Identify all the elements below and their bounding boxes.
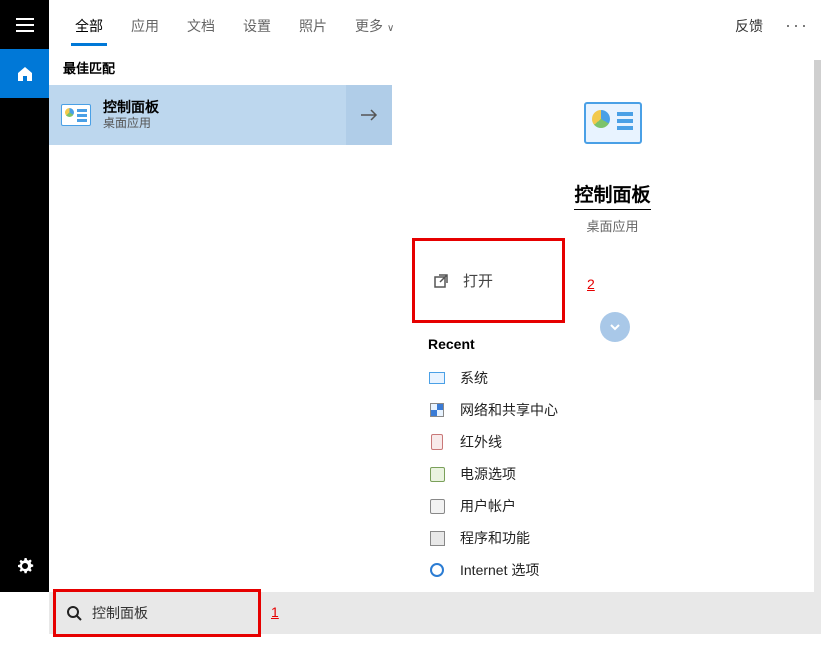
tab-photos[interactable]: 照片 [285, 4, 341, 46]
open-icon [433, 273, 449, 289]
open-button[interactable]: 打开 [412, 238, 565, 323]
recent-item-network[interactable]: 网络和共享中心 [428, 394, 801, 426]
recent-item-infrared[interactable]: 红外线 [428, 426, 801, 458]
recent-item-power[interactable]: 电源选项 [428, 458, 801, 490]
tab-more[interactable]: 更多 ∨ [341, 4, 408, 46]
group-best-match-title: 最佳匹配 [49, 46, 392, 85]
scrollbar-thumb[interactable] [814, 60, 821, 400]
recent-block: Recent 系统 网络和共享中心 红外线 电源选项 用户帐户 程序和功能 In… [428, 336, 801, 618]
start-rail [0, 0, 49, 592]
arrow-right-icon [360, 108, 378, 122]
result-control-panel[interactable]: 控制面板 桌面应用 [49, 85, 392, 145]
power-icon [428, 465, 446, 483]
chevron-down-icon [608, 320, 622, 334]
detail-pane: 控制面板 桌面应用 打开 2 Recent 系统 网络和共享中心 红外线 电源选… [404, 60, 821, 592]
result-texts: 控制面板 桌面应用 [103, 98, 159, 132]
search-filter-header: 全部 应用 文档 设置 照片 更多 ∨ 反馈 ··· [49, 0, 821, 46]
search-box[interactable] [53, 589, 261, 637]
recent-item-label: 电源选项 [460, 464, 516, 484]
result-title: 控制面板 [103, 98, 159, 116]
control-panel-icon [584, 102, 642, 144]
recent-item-label: 程序和功能 [460, 528, 530, 548]
search-input[interactable] [92, 605, 232, 621]
recent-title: Recent [428, 336, 801, 352]
home-icon [16, 65, 34, 83]
scrollbar[interactable] [814, 60, 821, 592]
home-button[interactable] [0, 49, 49, 98]
recent-item-label: Internet 选项 [460, 560, 539, 580]
detail-header: 控制面板 桌面应用 [404, 60, 821, 235]
users-icon [428, 497, 446, 515]
recent-item-label: 系统 [460, 368, 488, 388]
more-menu-button[interactable]: ··· [781, 11, 821, 46]
result-main[interactable]: 控制面板 桌面应用 [49, 85, 346, 145]
hamburger-icon [16, 18, 34, 32]
detail-subtitle: 桌面应用 [586, 216, 638, 235]
search-icon [66, 605, 82, 621]
recent-item-label: 红外线 [460, 432, 502, 452]
recent-item-label: 用户帐户 [460, 496, 516, 516]
programs-icon [428, 529, 446, 547]
filter-tabs: 全部 应用 文档 设置 照片 更多 ∨ [49, 0, 725, 46]
control-panel-icon [61, 104, 91, 126]
tab-apps[interactable]: 应用 [117, 4, 173, 46]
result-subtitle: 桌面应用 [103, 116, 159, 132]
taskbar-search-area: 1 [49, 592, 821, 634]
feedback-link[interactable]: 反馈 [725, 4, 781, 46]
tab-all[interactable]: 全部 [61, 4, 117, 46]
recent-item-label: 网络和共享中心 [460, 400, 558, 420]
result-expand-button[interactable] [346, 85, 392, 145]
detail-title: 控制面板 [574, 180, 650, 210]
chevron-down-icon: ∨ [387, 23, 394, 34]
tab-settings[interactable]: 设置 [229, 4, 285, 46]
system-icon [428, 369, 446, 387]
recent-item-programs[interactable]: 程序和功能 [428, 522, 801, 554]
tab-more-label: 更多 [355, 18, 383, 34]
hamburger-button[interactable] [0, 0, 49, 49]
annotation-2: 2 [587, 276, 595, 292]
gear-icon [16, 557, 34, 575]
network-icon [428, 401, 446, 419]
recent-item-internet-options[interactable]: Internet 选项 [428, 554, 801, 586]
open-area: 打开 2 [412, 238, 565, 323]
annotation-1: 1 [271, 604, 279, 620]
tab-docs[interactable]: 文档 [173, 4, 229, 46]
recent-item-users[interactable]: 用户帐户 [428, 490, 801, 522]
internet-icon [428, 561, 446, 579]
recent-item-system[interactable]: 系统 [428, 362, 801, 394]
rail-settings-button[interactable] [0, 541, 49, 590]
infrared-icon [428, 433, 446, 451]
open-label: 打开 [463, 270, 493, 291]
results-pane: 最佳匹配 控制面板 桌面应用 [49, 46, 392, 592]
